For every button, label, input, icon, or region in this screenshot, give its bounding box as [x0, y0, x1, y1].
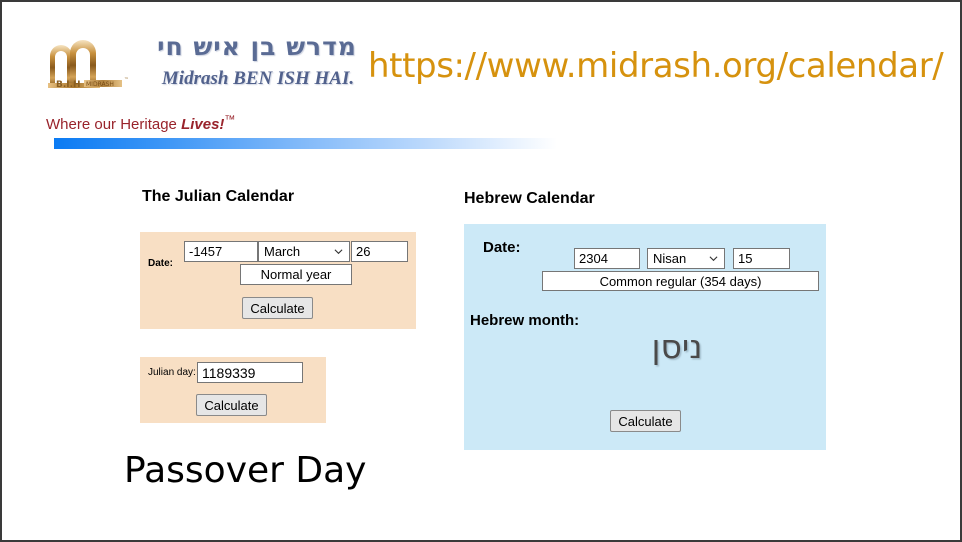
site-header: B.I.H MIDRASH ™ מדרש בן איש חי Midrash B… — [40, 30, 360, 96]
julian-date-label: Date: — [148, 258, 174, 269]
julian-calculate-button[interactable]: Calculate — [242, 297, 313, 319]
julian-day-number-label: Julian day: — [148, 367, 196, 378]
svg-text:™: ™ — [124, 77, 129, 83]
header-gradient-divider — [54, 138, 557, 149]
site-tagline: Where our Heritage Lives!™ — [46, 114, 235, 133]
site-url-text: https://www.midrash.org/calendar/ — [368, 46, 944, 86]
hebrew-year-type-field: Common regular (354 days) — [542, 271, 819, 291]
hebrew-month-select[interactable]: Nisan — [647, 248, 725, 269]
tagline-prefix: Where our Heritage — [46, 116, 182, 133]
latin-brand-name: Midrash BEN ISH HAI. — [161, 68, 355, 89]
hebrew-brand-name: מדרש בן איש חי — [157, 32, 357, 61]
hebrew-month-label: Hebrew month: — [470, 312, 580, 329]
chevron-down-icon — [709, 254, 718, 263]
chevron-down-icon — [334, 247, 343, 256]
hebrew-month-select-value: Nisan — [653, 251, 687, 266]
hebrew-year-input[interactable]: 2304 — [574, 248, 640, 269]
midrash-archway-logo-icon: B.I.H MIDRASH ™ — [44, 36, 136, 90]
julian-day-calculate-button[interactable]: Calculate — [196, 394, 267, 416]
hebrew-date-label: Date: — [483, 239, 521, 256]
hebrew-calculate-button[interactable]: Calculate — [610, 410, 681, 432]
page-canvas: B.I.H MIDRASH ™ מדרש בן איש חי Midrash B… — [0, 0, 962, 542]
passover-day-caption: Passover Day — [124, 450, 367, 491]
julian-day-number-input[interactable]: 1189339 — [197, 362, 303, 383]
julian-calendar-heading: The Julian Calendar — [142, 188, 295, 205]
julian-day-of-month-input[interactable]: 26 — [351, 241, 408, 262]
julian-month-select-value: March — [264, 244, 301, 259]
julian-year-type-field: Normal year — [240, 264, 352, 285]
tagline-emphasis: Lives! — [181, 116, 225, 133]
svg-text:MIDRASH: MIDRASH — [86, 81, 114, 88]
hebrew-day-of-month-input[interactable]: 15 — [733, 248, 790, 269]
tagline-trademark: ™ — [224, 114, 236, 126]
julian-year-input[interactable]: -1457 — [184, 241, 258, 262]
julian-month-select[interactable]: March — [258, 241, 350, 262]
hebrew-calendar-heading: Hebrew Calendar — [464, 190, 595, 207]
svg-text:B.I.H: B.I.H — [56, 80, 81, 90]
hebrew-month-name-display: ניסן — [651, 327, 703, 366]
